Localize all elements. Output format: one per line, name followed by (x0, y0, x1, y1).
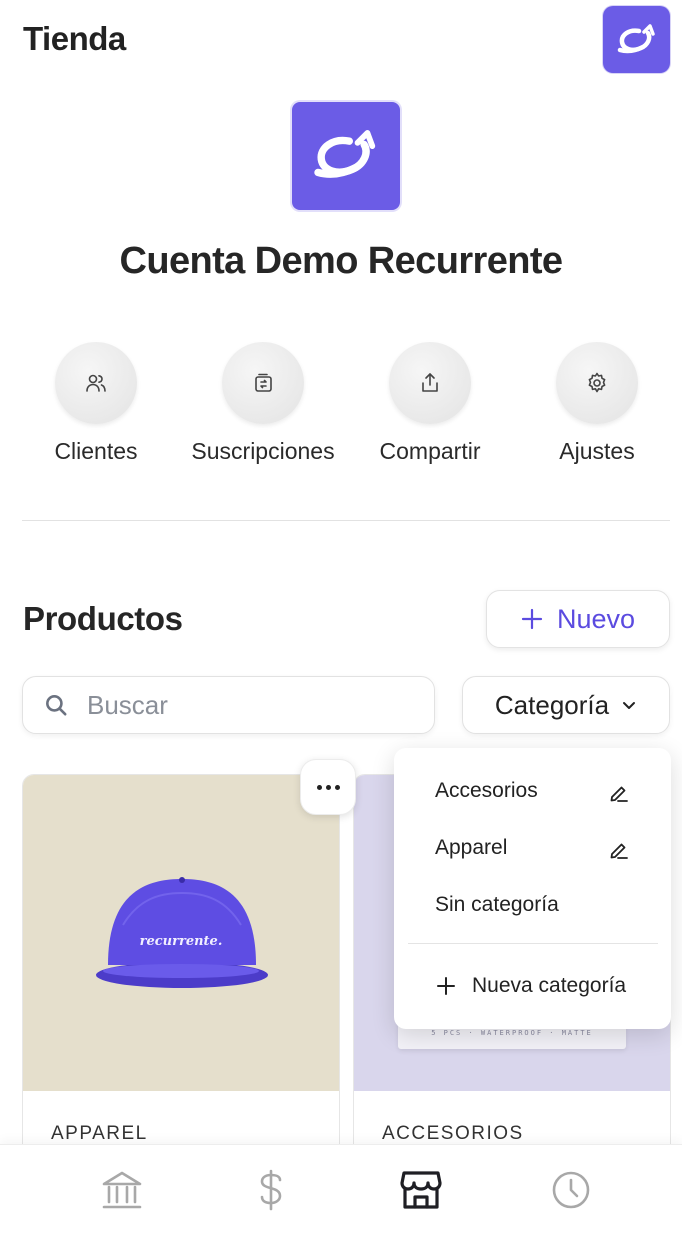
category-option-accesorios[interactable]: Accesorios (435, 779, 538, 803)
product-card[interactable]: recurrente. APPAREL (22, 774, 340, 1194)
dollar-icon (260, 1169, 282, 1211)
category-option-apparel[interactable]: Apparel (435, 836, 507, 860)
more-dot (325, 784, 331, 790)
product-category: APPAREL (51, 1123, 148, 1144)
action-label: Clientes (54, 438, 138, 464)
new-category-button[interactable]: Nueva categoría (436, 974, 626, 998)
more-dots-icon (316, 784, 322, 790)
products-title: Productos (23, 600, 183, 637)
box-print: 5 PCS · WATERPROOF · MATTE (431, 1029, 593, 1037)
brand-logo-icon (314, 130, 376, 178)
nav-bank[interactable] (99, 1167, 145, 1213)
top-bar: Tienda (0, 0, 682, 80)
new-product-label: Nuevo (556, 603, 636, 634)
nav-payments[interactable] (248, 1167, 294, 1213)
action-suscripciones[interactable]: Suscripciones (178, 342, 348, 465)
action-label: Ajustes (559, 438, 635, 464)
account-avatar (292, 102, 400, 210)
account-logo-button[interactable] (603, 6, 670, 73)
search-icon (46, 695, 67, 716)
section-divider (22, 520, 670, 521)
action-ajustes[interactable]: Ajustes (512, 342, 682, 465)
search-input[interactable] (87, 689, 407, 721)
pencil-icon[interactable] (608, 782, 630, 804)
product-category: ACCESORIOS (382, 1123, 524, 1144)
cap-image: recurrente. (96, 877, 268, 988)
clock-icon (552, 1171, 590, 1209)
bottom-nav (0, 1144, 682, 1238)
page-title: Tienda (23, 20, 126, 57)
chevron-down-icon (623, 702, 636, 709)
more-dot (334, 784, 340, 790)
bank-icon (102, 1171, 142, 1209)
category-dropdown: Accesorios Apparel Sin categoría Nueva c… (394, 748, 671, 1029)
share-icon (422, 373, 438, 392)
new-product-button[interactable]: Nuevo (486, 590, 670, 648)
subscriptions-icon (255, 373, 272, 392)
clientes-button[interactable] (55, 342, 137, 424)
product-image: recurrente. (23, 775, 339, 1091)
nav-history[interactable] (548, 1167, 594, 1213)
brand-logo-icon (617, 23, 655, 53)
quick-actions: Clientes Suscripciones Compartir Ajustes (0, 342, 682, 472)
account-name: Cuenta Demo Recurrente (119, 240, 564, 282)
action-clientes[interactable]: Clientes (11, 342, 181, 465)
nav-store[interactable] (398, 1167, 444, 1213)
gear-icon (588, 372, 606, 393)
product-more-button[interactable] (300, 759, 356, 815)
dropdown-divider (408, 943, 658, 944)
users-icon (86, 374, 106, 392)
plus-icon (521, 608, 543, 630)
plus-icon (437, 977, 455, 995)
search-box[interactable] (22, 676, 435, 734)
compartir-button[interactable] (389, 342, 471, 424)
category-filter-button[interactable]: Categoría (462, 676, 670, 734)
cap-print: recurrente. (140, 934, 223, 949)
ajustes-button[interactable] (556, 342, 638, 424)
store-icon (400, 1171, 442, 1209)
action-compartir[interactable]: Compartir (345, 342, 515, 465)
action-label: Compartir (379, 438, 481, 464)
new-category-label: Nueva categoría (472, 974, 627, 997)
action-label: Suscripciones (191, 438, 335, 464)
pencil-icon[interactable] (608, 839, 630, 861)
suscripciones-button[interactable] (222, 342, 304, 424)
category-filter-label: Categoría (494, 689, 610, 720)
category-option-sin-categoria[interactable]: Sin categoría (435, 893, 559, 917)
